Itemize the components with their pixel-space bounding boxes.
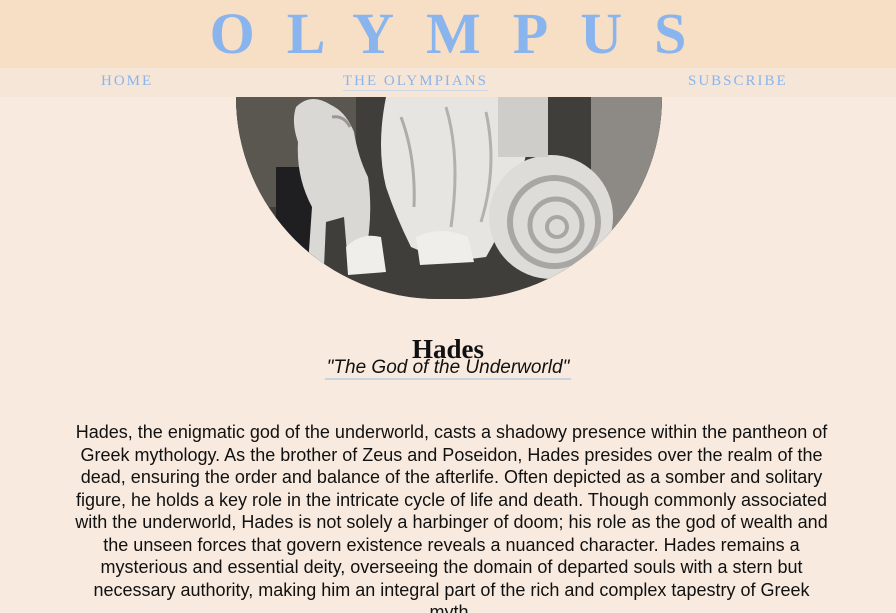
epithet-text: "The God of the Underworld" bbox=[324, 357, 572, 380]
statue-illustration bbox=[236, 97, 662, 299]
nav-home-link[interactable]: HOME bbox=[101, 68, 153, 97]
main-nav: HOME THE OLYMPIANS SUBSCRIBE bbox=[0, 68, 896, 97]
nav-subscribe-link[interactable]: SUBSCRIBE bbox=[688, 68, 788, 97]
god-epithet: "The God of the Underworld" bbox=[0, 356, 896, 380]
site-title: OLYMPUS bbox=[209, 1, 719, 66]
nav-olympians-link[interactable]: THE OLYMPIANS bbox=[343, 68, 488, 91]
god-description: Hades, the enigmatic god of the underwor… bbox=[75, 422, 828, 613]
site-header: OLYMPUS bbox=[0, 0, 896, 68]
hades-statue-image bbox=[236, 97, 662, 299]
